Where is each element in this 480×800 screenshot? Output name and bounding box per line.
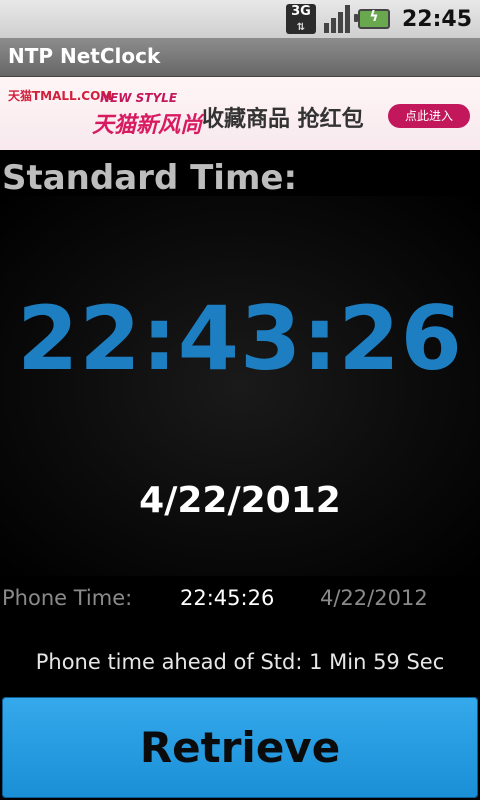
- data-arrows-icon: ⇅: [296, 22, 306, 33]
- status-bar: 3G ⇅ ϟ 22:45: [0, 0, 480, 38]
- ad-cta-button[interactable]: 点此进入: [388, 104, 470, 128]
- main-content: Standard Time: 22:43:26 4/22/2012 Phone …: [0, 150, 480, 696]
- status-clock: 22:45: [401, 6, 472, 32]
- phone-date-value: 4/22/2012: [320, 586, 428, 610]
- network-3g-icon: 3G ⇅: [285, 4, 316, 34]
- status-icons: 3G ⇅ ϟ 22:45: [285, 2, 472, 36]
- signal-bar: [330, 18, 336, 33]
- ad-slogan: 收藏商品 抢红包: [202, 107, 364, 132]
- signal-bar: [344, 5, 350, 33]
- phone-time-row: Phone Time: 22:45:26 4/22/2012: [0, 586, 480, 616]
- standard-time-label: Standard Time:: [2, 158, 298, 198]
- ad-headline: NEW STYLE: [100, 91, 178, 105]
- app-title: NTP NetClock: [8, 44, 161, 68]
- signal-bars-icon: [323, 5, 350, 33]
- phone-time-label: Phone Time:: [2, 586, 133, 610]
- time-difference-text: Phone time ahead of Std: 1 Min 59 Sec: [35, 650, 445, 674]
- battery-charging-icon: ϟ: [353, 9, 390, 29]
- app-title-bar: NTP NetClock: [0, 38, 480, 77]
- ad-banner[interactable]: 天猫TMALL.COM NEW STYLE 天猫新风尚 收藏商品 抢红包 点此进…: [0, 77, 480, 150]
- signal-bar: [337, 12, 343, 33]
- ad-logo: 天猫TMALL.COM: [8, 89, 113, 103]
- standard-date-value: 4/22/2012: [139, 480, 341, 521]
- network-type: 3G: [291, 4, 311, 19]
- ad-brand: 天猫新风尚: [92, 113, 203, 138]
- phone-time-value: 22:45:26: [180, 586, 275, 610]
- signal-bar: [323, 23, 329, 33]
- charging-bolt-icon: ϟ: [369, 9, 379, 25]
- retrieve-button[interactable]: Retrieve: [2, 697, 478, 798]
- standard-time-value: 22:43:26: [17, 287, 463, 390]
